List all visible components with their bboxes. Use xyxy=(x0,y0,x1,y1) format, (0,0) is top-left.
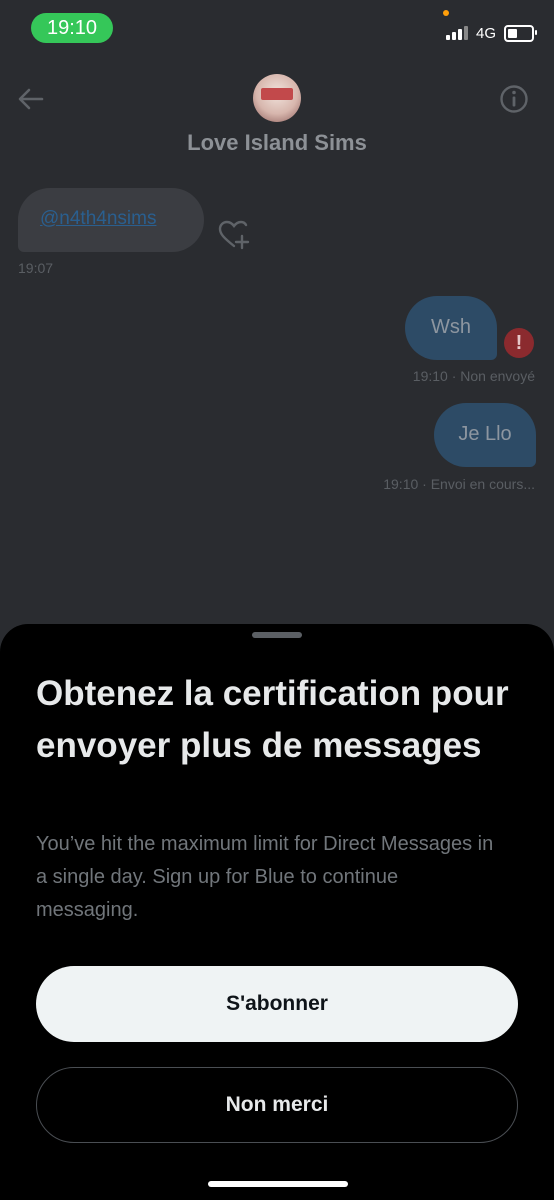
battery-icon xyxy=(504,24,537,42)
no-thanks-button[interactable]: Non merci xyxy=(36,1067,518,1143)
sent-message-bubble[interactable]: Je Llo xyxy=(434,403,536,467)
received-message-bubble[interactable]: @n4th4nsims xyxy=(18,188,204,252)
back-arrow-icon[interactable] xyxy=(16,84,46,114)
sent-message-bubble[interactable]: Wsh xyxy=(405,296,497,360)
home-indicator[interactable] xyxy=(208,1181,348,1187)
message-status: 19:10 · Envoi en cours... xyxy=(383,476,535,492)
message-status: 19:10 · Non envoyé xyxy=(412,368,535,384)
conversation-title: Love Island Sims xyxy=(187,130,367,155)
avatar[interactable] xyxy=(253,74,301,122)
sheet-description: You’ve hit the maximum limit for Direct … xyxy=(36,833,494,921)
sheet-drag-handle[interactable] xyxy=(252,632,302,638)
error-icon[interactable]: ! xyxy=(504,328,534,358)
heart-plus-icon[interactable] xyxy=(218,220,250,250)
status-time: 19:10 xyxy=(31,13,113,43)
mention-link[interactable]: @n4th4nsims xyxy=(40,208,156,230)
sheet-title: Obtenez la certification pour envoyer pl… xyxy=(36,674,509,765)
info-icon[interactable] xyxy=(499,84,529,114)
network-type: 4G xyxy=(475,24,496,42)
status-icons: 4G xyxy=(445,18,537,48)
privacy-indicator-dot xyxy=(443,10,449,16)
message-timestamp: 19:07 xyxy=(18,260,54,276)
signal-icon xyxy=(445,26,468,40)
subscribe-button[interactable]: S'abonner xyxy=(36,966,518,1042)
message-text: Wsh xyxy=(431,316,471,338)
subscription-bottom-sheet: Obtenez la certification pour envoyer pl… xyxy=(0,624,554,1200)
message-text: Je Llo xyxy=(458,423,512,445)
